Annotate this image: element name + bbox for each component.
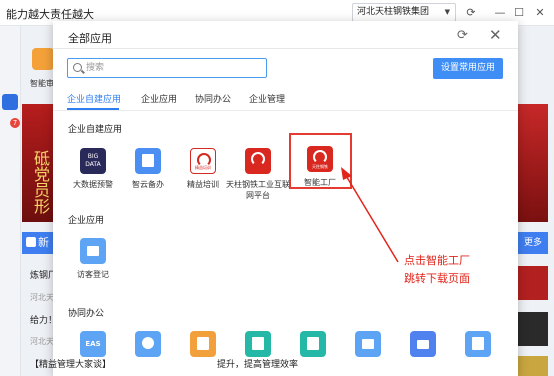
bg-news-line: 河北天 bbox=[30, 337, 54, 346]
document-glyph bbox=[142, 154, 154, 167]
tab-enterprise-apps[interactable]: 企业应用 bbox=[141, 92, 177, 105]
bg-news-thumbnail bbox=[518, 312, 548, 346]
organization-select-value: 河北天柱钢铁集团 bbox=[357, 7, 430, 17]
annotation-line: 跳转下载页面 bbox=[404, 272, 470, 285]
app-title: 能力越大责任越大 bbox=[6, 8, 94, 21]
left-nav: 7 bbox=[0, 26, 21, 376]
bg-bottom-text: 提升，提高管理效率 bbox=[217, 360, 299, 370]
list-icon bbox=[465, 331, 491, 357]
tab-enterprise-management[interactable]: 企业管理 bbox=[249, 92, 285, 105]
search-input[interactable] bbox=[86, 60, 262, 76]
organization-select[interactable]: 河北天柱钢铁集团 ▼ bbox=[352, 3, 456, 22]
all-apps-dialog: 全部应用 ⟳ ✕ 设置常用应用 企业自建应用 企业应用 协同办公 企业管理 企业… bbox=[53, 21, 518, 376]
bg-banner-text: 砥党员形 bbox=[31, 150, 50, 214]
bg-news-thumbnail bbox=[518, 356, 548, 376]
visitor-form-icon bbox=[80, 238, 106, 264]
bg-more-link[interactable]: 更多 bbox=[518, 232, 548, 254]
envelope-glyph bbox=[417, 340, 429, 349]
search-box[interactable] bbox=[67, 58, 267, 78]
annotation-line: 点击智能工厂 bbox=[404, 254, 470, 267]
section-title-collaboration: 协同办公 bbox=[68, 309, 105, 319]
tab-self-built-apps[interactable]: 企业自建应用 bbox=[67, 92, 121, 105]
approval-icon bbox=[300, 331, 326, 357]
maximize-icon[interactable]: ☐ bbox=[511, 5, 527, 21]
big-data-tile-text: BIG DATA bbox=[85, 153, 101, 168]
window-close-icon[interactable]: ✕ bbox=[532, 5, 548, 21]
bg-app-icon[interactable] bbox=[32, 48, 54, 70]
location-icon bbox=[135, 331, 161, 357]
platform-logo-icon bbox=[245, 148, 271, 174]
highlight-box bbox=[289, 133, 352, 189]
form-glyph bbox=[87, 246, 99, 256]
bg-banner-right bbox=[518, 104, 548, 222]
document-edit-icon bbox=[190, 331, 216, 357]
section-title-enterprise: 企业应用 bbox=[68, 216, 105, 226]
search-icon bbox=[73, 63, 82, 72]
list-glyph bbox=[472, 337, 484, 350]
divider bbox=[53, 110, 518, 111]
section-title-self-built: 企业自建应用 bbox=[68, 125, 123, 135]
document-icon bbox=[135, 148, 161, 174]
tab-collaboration[interactable]: 协同办公 bbox=[195, 92, 231, 105]
minimize-icon[interactable]: — bbox=[492, 5, 508, 21]
mail-icon bbox=[410, 331, 436, 357]
bg-bottom-text: 【精益管理大家谈】 bbox=[30, 360, 112, 370]
bg-news-tab[interactable]: 新 bbox=[22, 232, 56, 254]
chart-card-icon bbox=[245, 331, 271, 357]
doc-glyph bbox=[197, 337, 209, 350]
big-data-icon: BIG DATA bbox=[80, 148, 106, 174]
app-visitor-registration[interactable]: 访客登记 bbox=[61, 238, 125, 280]
refresh-icon[interactable]: ⟳ bbox=[457, 28, 468, 43]
dialog-title: 全部应用 bbox=[68, 32, 112, 45]
bg-news-thumbnail bbox=[518, 266, 548, 300]
news-icon bbox=[26, 237, 36, 247]
set-favorite-apps-button[interactable]: 设置常用应用 bbox=[433, 58, 503, 79]
logo-caption: 精益培训 bbox=[195, 165, 211, 170]
bg-news-tab-label: 新 bbox=[38, 236, 49, 249]
app-label: 天柱钢铁工业互联网平台 bbox=[226, 180, 290, 200]
annotation-text: 点击智能工厂 跳转下载页面 bbox=[404, 252, 470, 288]
pin-glyph bbox=[142, 337, 154, 349]
eas-tile-text: EAS bbox=[85, 340, 101, 348]
check-glyph bbox=[307, 337, 319, 350]
workspace-icon[interactable] bbox=[2, 94, 18, 110]
app-label: 访客登记 bbox=[77, 270, 109, 279]
logo-swirl bbox=[251, 152, 265, 166]
folder-glyph bbox=[362, 339, 374, 349]
app-industrial-internet-platform[interactable]: 天柱钢铁工业互联网平台 bbox=[226, 148, 290, 201]
refresh-icon[interactable]: ⟳ bbox=[463, 5, 479, 21]
eas-icon: EAS bbox=[80, 331, 106, 357]
app-list[interactable] bbox=[446, 331, 510, 357]
chart-glyph bbox=[252, 337, 264, 350]
bg-app-label: 智能审 bbox=[30, 79, 54, 88]
divider bbox=[53, 48, 518, 49]
bg-news-line: 河北天 bbox=[30, 293, 54, 302]
notification-badge: 7 bbox=[10, 118, 20, 128]
close-icon[interactable]: ✕ bbox=[489, 26, 502, 44]
training-logo-icon: 精益培训 bbox=[190, 148, 216, 174]
chevron-down-icon: ▼ bbox=[444, 8, 450, 16]
folder-icon bbox=[355, 331, 381, 357]
